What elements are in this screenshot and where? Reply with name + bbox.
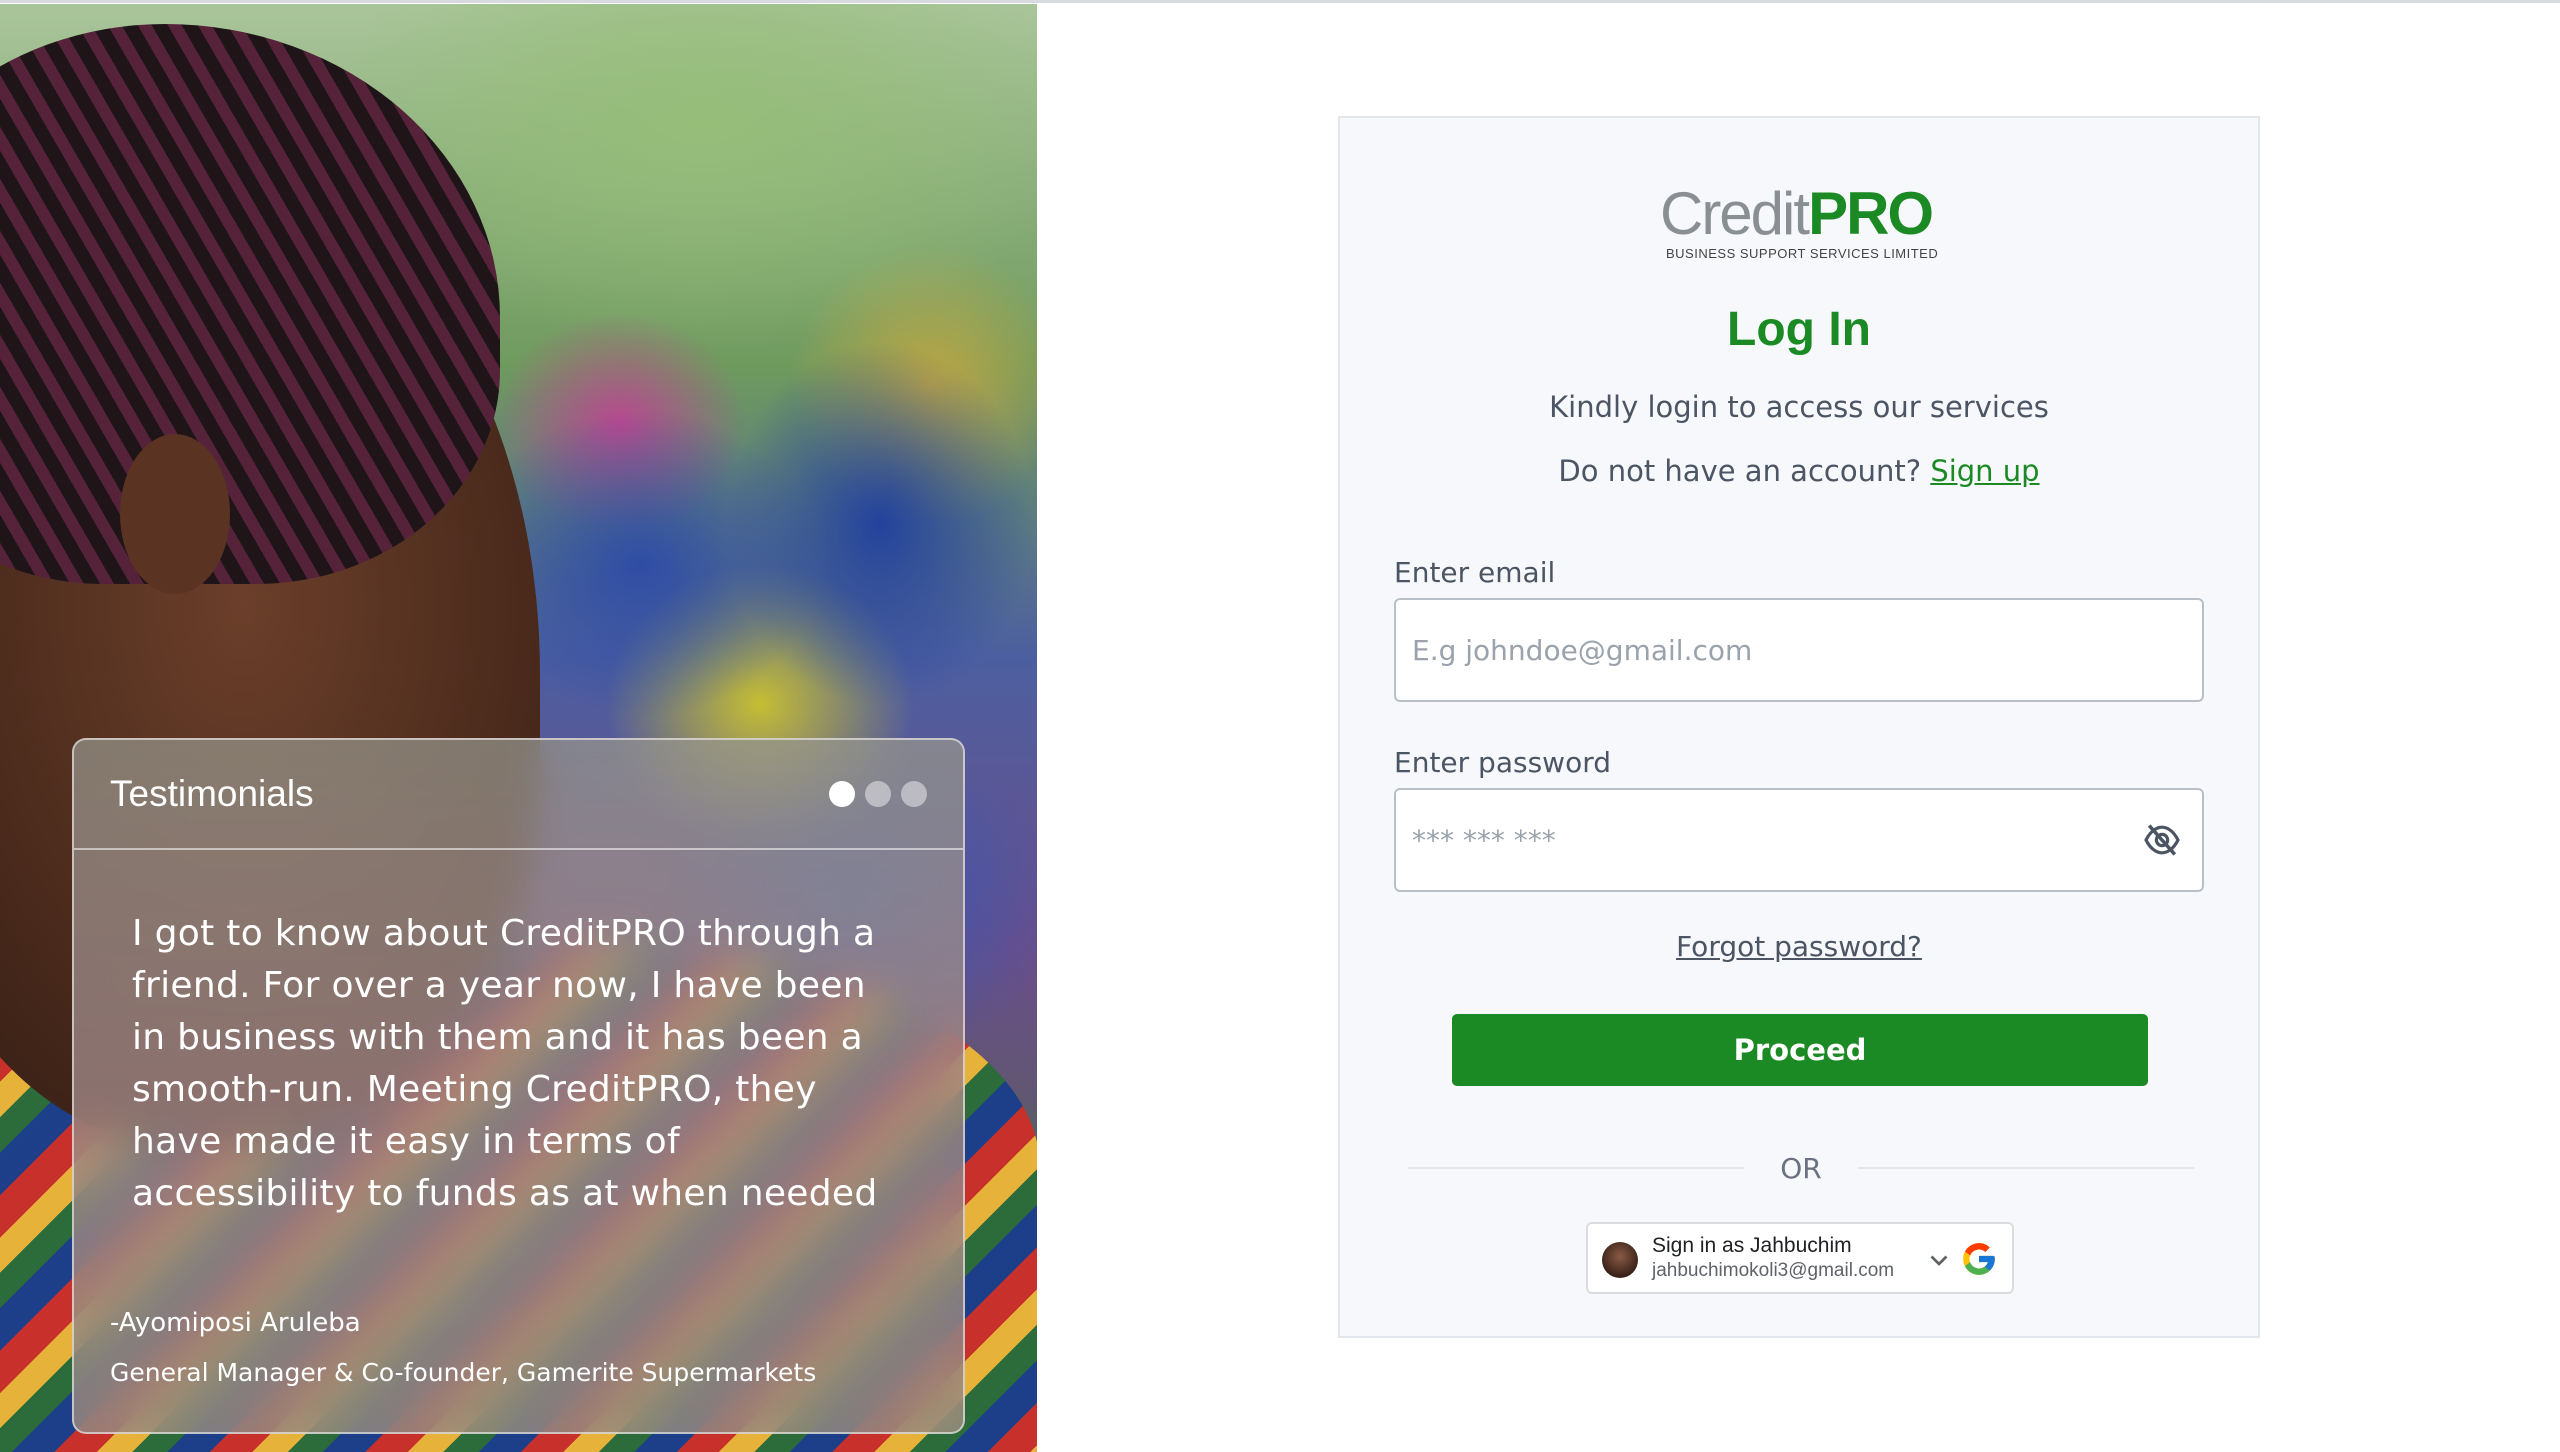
- testimonial-author-role: General Manager & Co-founder, Gamerite S…: [110, 1358, 817, 1387]
- avatar: [1602, 1242, 1638, 1278]
- testimonial-author: -Ayomiposi Aruleba: [110, 1308, 361, 1338]
- hero-image-panel: Testimonials I got to know about CreditP…: [0, 4, 1037, 1452]
- logo-pro-text: PRO: [1808, 180, 1934, 247]
- divider-line-right: [1857, 1167, 2194, 1169]
- google-signin-email: jahbuchimokoli3@gmail.com: [1652, 1260, 1895, 1281]
- eye-off-icon[interactable]: [2142, 824, 2182, 856]
- signup-prompt-text: Do not have an account?: [1558, 454, 1922, 488]
- password-field-wrapper: [1394, 788, 2204, 892]
- email-label: Enter email: [1394, 556, 1556, 589]
- password-field[interactable]: [1394, 788, 2204, 892]
- google-logo-icon: [1963, 1243, 1995, 1275]
- signup-link[interactable]: Sign up: [1930, 454, 2039, 488]
- carousel-dots: [829, 781, 927, 807]
- email-field[interactable]: [1394, 598, 2204, 702]
- hero-image-ear: [120, 434, 230, 594]
- testimonial-header: Testimonials: [74, 740, 963, 850]
- signup-prompt: Do not have an account? Sign up: [1340, 454, 2258, 488]
- carousel-dot-2[interactable]: [865, 781, 891, 807]
- proceed-button[interactable]: Proceed: [1452, 1014, 2148, 1086]
- page-title: Log In: [1727, 303, 1871, 356]
- carousel-dot-1[interactable]: [829, 781, 855, 807]
- testimonial-quote: I got to know about CreditPRO through a …: [132, 913, 878, 1214]
- google-signin-button[interactable]: Sign in as Jahbuchim jahbuchimokoli3@gma…: [1586, 1222, 2014, 1294]
- logo-tagline: BUSINESS SUPPORT SERVICES LIMITED: [1666, 246, 1939, 261]
- creditpro-logo: CreditPRO BUSINESS SUPPORT SERVICES LIMI…: [1660, 184, 1950, 264]
- password-label: Enter password: [1394, 746, 1611, 779]
- login-card: CreditPRO BUSINESS SUPPORT SERVICES LIMI…: [1338, 116, 2260, 1338]
- google-signin-name: Sign in as Jahbuchim: [1652, 1234, 1852, 1257]
- hero-image-hair: [0, 24, 500, 584]
- divider-line-left: [1408, 1167, 1745, 1169]
- forgot-password-link[interactable]: Forgot password?: [1340, 930, 2258, 963]
- logo-credit-text: Credit: [1660, 180, 1810, 247]
- testimonial-card: Testimonials I got to know about CreditP…: [72, 738, 965, 1434]
- chevron-down-icon[interactable]: [1930, 1254, 1948, 1268]
- page-subtitle: Kindly login to access our services: [1549, 390, 2049, 424]
- testimonial-title: Testimonials: [110, 773, 314, 814]
- or-divider: OR: [1408, 1148, 2194, 1188]
- or-text: OR: [1780, 1151, 1822, 1185]
- logo-wordmark: CreditPRO: [1660, 184, 1950, 244]
- top-border: [0, 0, 2560, 3]
- carousel-dot-3[interactable]: [901, 781, 927, 807]
